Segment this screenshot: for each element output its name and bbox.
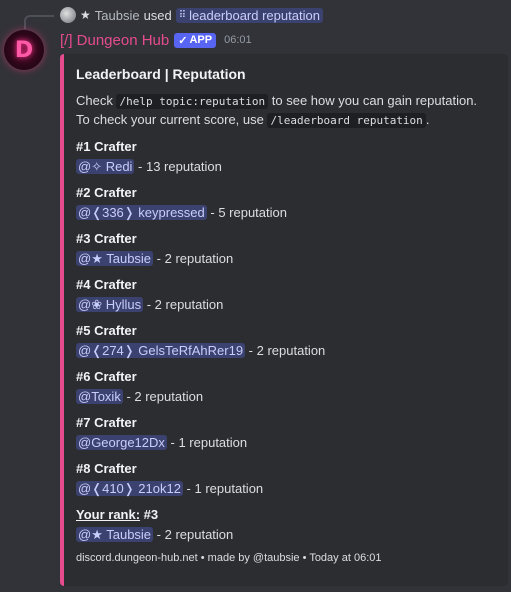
entry-rank: #3 Crafter xyxy=(76,231,137,246)
user-mention[interactable]: @Toxik xyxy=(76,389,123,404)
entry-score: - 5 reputation xyxy=(206,205,287,220)
leaderboard-entry: #1 Crafter @✧ Redi - 13 reputation xyxy=(76,138,496,178)
entry-score: - 2 reputation xyxy=(153,251,234,266)
user-mention[interactable]: @George12Dx xyxy=(76,435,167,450)
leaderboard-entry: #5 Crafter @❬274❭ GelsTeRfAhRer19 - 2 re… xyxy=(76,322,496,362)
entry-score: - 1 reputation xyxy=(166,435,248,450)
user-mention[interactable]: @❀ Hyllus xyxy=(76,297,144,312)
message-header: [/] Dungeon Hub ✓ APP 06:01 xyxy=(60,30,252,50)
command-name: leaderboard reputation xyxy=(189,7,320,23)
entry-score: - 2 reputation xyxy=(122,389,204,404)
your-rank-field: Your rank: #3 @★ Taubsie - 2 reputation xyxy=(76,506,496,546)
leaderboard-entry: #8 Crafter @❬410❭ 21ok12 - 1 reputation xyxy=(76,460,496,500)
replied-user-avatar[interactable] xyxy=(60,7,76,23)
entry-rank: #6 Crafter xyxy=(76,369,137,384)
entry-score: - 13 reputation xyxy=(134,159,222,174)
entry-rank: #1 Crafter xyxy=(76,139,137,154)
your-rank-label: Your rank: xyxy=(76,507,141,522)
desc-text: to see how you can gain reputation. xyxy=(268,93,478,108)
app-badge-label: APP xyxy=(189,34,213,46)
user-mention[interactable]: @★ Taubsie xyxy=(76,251,154,266)
leaderboard-entry: #2 Crafter @❬336❭ keypressed - 5 reputat… xyxy=(76,184,496,224)
entry-score: - 2 reputation xyxy=(245,343,326,358)
replied-username[interactable]: Taubsie xyxy=(95,8,140,23)
reply-context[interactable]: ★ Taubsie used ⠿ leaderboard reputation xyxy=(60,6,323,24)
entry-rank: #5 Crafter xyxy=(76,323,137,338)
author-name[interactable]: [/] Dungeon Hub xyxy=(60,32,169,49)
user-mention[interactable]: @❬274❭ GelsTeRfAhRer19 xyxy=(76,343,246,358)
entry-score: - 1 reputation xyxy=(182,481,264,496)
desc-text: . xyxy=(425,112,430,127)
replied-user-star: ★ xyxy=(80,8,91,22)
desc-text: To check your current score, use xyxy=(76,112,268,127)
embed-title: Leaderboard | Reputation xyxy=(76,66,246,82)
entry-score: - 2 reputation xyxy=(143,297,224,312)
embed-footer: discord.dungeon-hub.net • made by @taubs… xyxy=(76,552,382,564)
slash-command-icon: ⠿ xyxy=(178,9,187,21)
user-mention[interactable]: @❬410❭ 21ok12 xyxy=(76,481,183,496)
check-icon: ✓ xyxy=(178,34,188,47)
embed-description: Check /help topic:reputation to see how … xyxy=(76,92,496,130)
command-chip[interactable]: ⠿ leaderboard reputation xyxy=(175,7,323,23)
your-rank-score: - 2 reputation xyxy=(153,527,234,542)
reply-connector xyxy=(24,15,54,29)
leaderboard-entry: #3 Crafter @★ Taubsie - 2 reputation xyxy=(76,230,496,270)
entry-rank: #7 Crafter xyxy=(76,415,137,430)
used-label: used xyxy=(143,7,172,23)
avatar-letter: D xyxy=(14,37,34,63)
app-badge: ✓ APP xyxy=(174,32,217,48)
message-timestamp[interactable]: 06:01 xyxy=(224,34,252,46)
leaderboard-entry: #7 Crafter @George12Dx - 1 reputation xyxy=(76,414,496,454)
entry-rank: #2 Crafter xyxy=(76,185,137,200)
desc-text: Check xyxy=(76,93,117,108)
your-rank-heading: Your rank: #3 xyxy=(76,506,496,524)
leaderboard-command-code: /leaderboard reputation xyxy=(267,113,426,128)
leaderboard-entry: #6 Crafter @Toxik - 2 reputation xyxy=(76,368,496,408)
your-rank-value: #3 xyxy=(140,507,159,522)
entry-rank: #4 Crafter xyxy=(76,277,137,292)
leaderboard-entry: #4 Crafter @❀ Hyllus - 2 reputation xyxy=(76,276,496,316)
user-mention[interactable]: @❬336❭ keypressed xyxy=(76,205,207,220)
bot-avatar[interactable]: D xyxy=(4,30,44,70)
user-mention[interactable]: @★ Taubsie xyxy=(76,527,154,542)
help-command-code: /help topic:reputation xyxy=(116,94,269,109)
user-mention[interactable]: @✧ Redi xyxy=(76,159,135,174)
leaderboard-embed: Leaderboard | Reputation Check /help top… xyxy=(60,54,508,586)
entry-rank: #8 Crafter xyxy=(76,461,137,476)
